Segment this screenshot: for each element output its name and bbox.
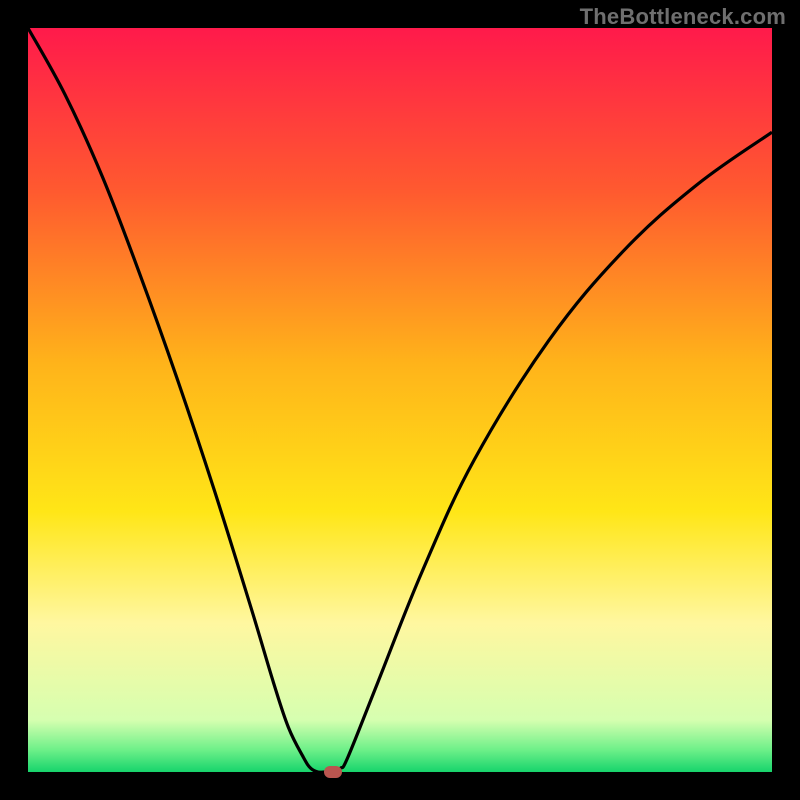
plot-area — [28, 28, 772, 772]
curve-path — [28, 28, 772, 772]
outer-frame: TheBottleneck.com — [0, 0, 800, 800]
bottleneck-curve — [28, 28, 772, 772]
minimum-marker — [324, 766, 342, 778]
watermark-text: TheBottleneck.com — [580, 4, 786, 30]
